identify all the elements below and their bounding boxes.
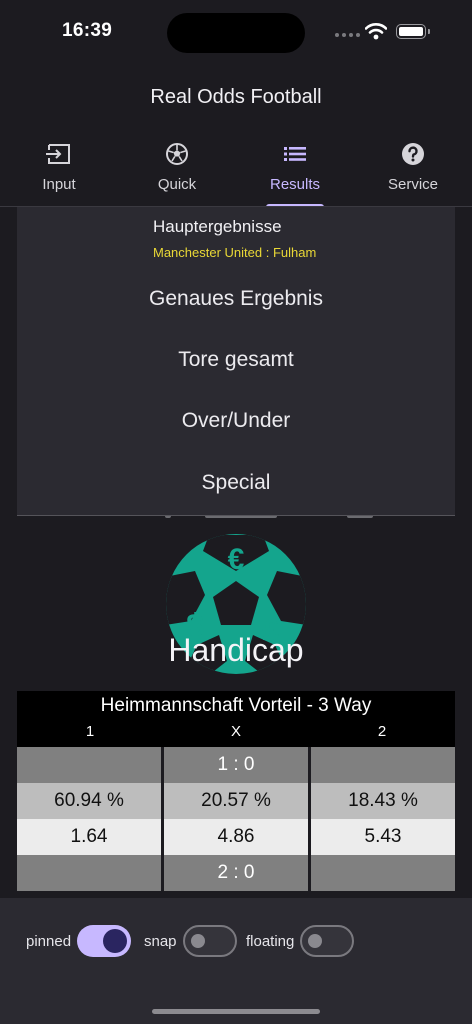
header-draw: X [230,723,241,740]
table-row: 1.64 4.86 5.43 [17,819,455,855]
menu-option-special[interactable]: Special [17,471,455,495]
results-menu: Hauptergebnisse Manchester United : Fulh… [17,207,455,516]
table-cell: 5.43 [308,819,455,855]
tab-label: Results [269,176,321,193]
table-row: 1 : 0 [17,747,455,783]
control-label: pinned [26,932,72,950]
tab-label: Input [42,176,76,193]
table-cell: 1.64 [17,819,161,855]
menu-title: Hauptergebnisse [153,217,282,236]
wifi-icon [365,23,387,40]
input-icon [46,144,70,164]
bottom-sheet-controls: pinned snap floating [0,898,472,1024]
tab-label: Service [387,176,439,193]
control-floating: floating [246,924,355,958]
table-cell [308,747,455,783]
control-pinned: pinned [26,924,132,958]
section-title: Handicap [168,632,304,668]
status-time: 16:39 [62,20,113,41]
table-cell [308,855,455,891]
table-cell: 60.94 % [17,783,161,819]
header-away: 2 [377,723,387,740]
header-home: 1 [85,723,95,740]
floating-toggle[interactable] [300,925,355,957]
home-indicator[interactable] [152,1009,320,1014]
control-label: snap [144,932,177,950]
table-row: 2 : 0 [17,855,455,891]
odds-table: Heimmannschaft Vorteil - 3 Way 1 X 2 1 :… [17,691,455,891]
table-title: Heimmannschaft Vorteil - 3 Way [17,691,455,721]
table-cell [17,747,161,783]
snap-toggle[interactable] [182,925,237,957]
control-snap: snap [144,924,237,958]
match-label: Manchester United : Fulham [153,245,317,260]
battery-icon [396,24,430,39]
table-cell: 20.57 % [161,783,308,819]
table-row: 60.94 % 20.57 % 18.43 % [17,783,455,819]
tab-quick[interactable]: Quick [118,130,236,206]
tab-input[interactable]: Input [0,130,118,206]
cellular-signal-icon [335,33,360,37]
list-icon [284,147,306,161]
menu-option-tore-gesamt[interactable]: Tore gesamt [17,348,455,372]
table-header: 1 X 2 [17,721,455,747]
soccer-ball-icon [166,143,188,165]
table-cell: 1 : 0 [161,747,308,783]
dynamic-island [167,13,305,53]
table-cell: 18.43 % [308,783,455,819]
app-title: Real Odds Football [150,86,322,108]
tab-results[interactable]: Results [236,130,354,207]
tab-label: Quick [157,176,197,193]
table-cell [17,855,161,891]
svg-text:€: € [228,543,245,576]
help-icon [402,143,424,165]
status-bar: 16:39 [0,0,472,64]
menu-option-genaues-ergebnis[interactable]: Genaues Ergebnis [17,287,455,311]
table-cell: 2 : 0 [161,855,308,891]
tab-bar: Input Quick Results Service [0,130,472,207]
control-label: floating [246,932,295,950]
pinned-toggle[interactable] [77,925,132,957]
menu-option-over-under[interactable]: Over/Under [17,409,455,433]
table-cell: 4.86 [161,819,308,855]
tab-service[interactable]: Service [354,130,472,206]
